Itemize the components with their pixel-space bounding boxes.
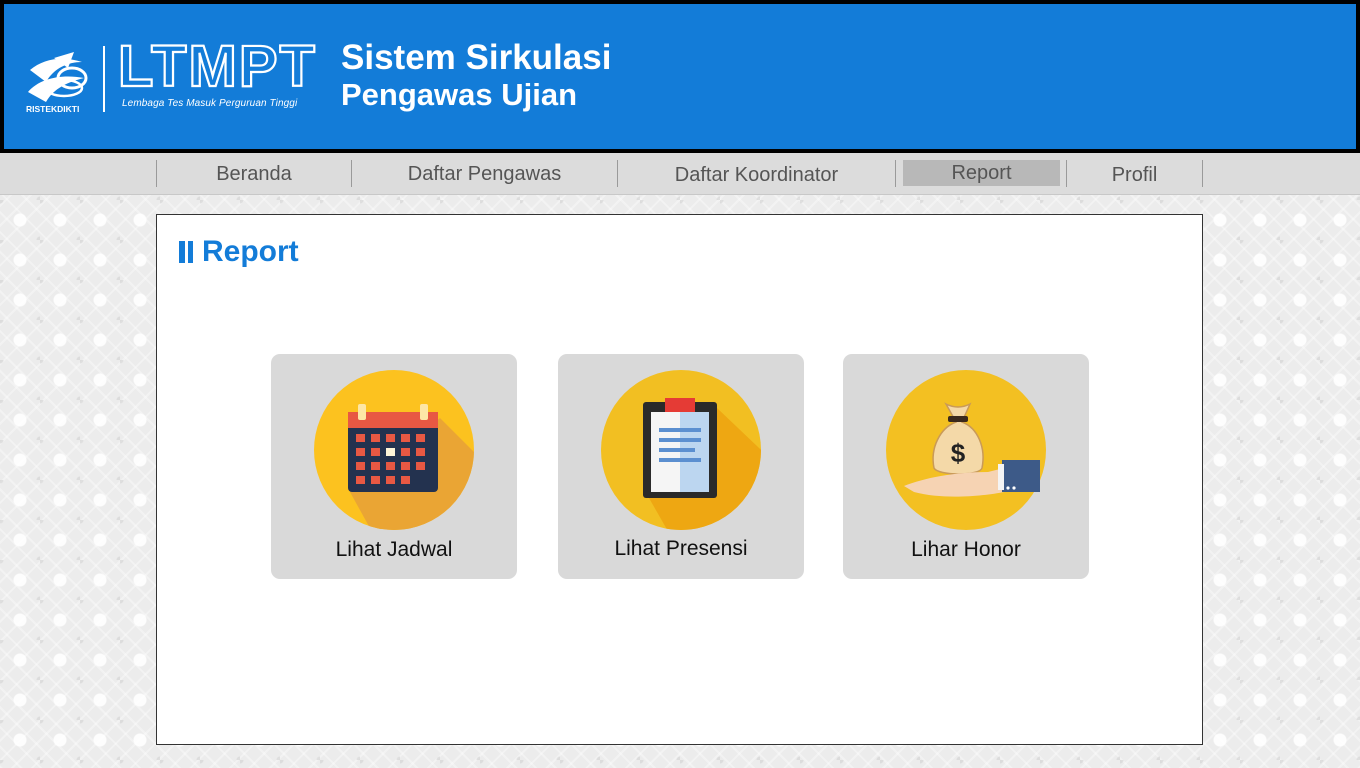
nav-item-beranda[interactable]: Beranda <box>157 161 351 187</box>
lihar-honor-label: Lihar Honor <box>911 538 1021 561</box>
nav-item-profil[interactable]: Profil <box>1067 162 1202 188</box>
money-bag-icon: $ <box>886 370 1046 530</box>
page-title: Report <box>179 235 299 269</box>
ltmpt-tagline: Lembaga Tes Masuk Perguruan Tinggi <box>122 98 298 109</box>
nav-separator <box>1202 160 1203 187</box>
calendar-icon <box>314 370 474 530</box>
app-header: RISTEKDIKTI LTMPT Lembaga Tes Masuk Perg… <box>0 0 1360 153</box>
title-bars-icon <box>179 241 193 263</box>
lihar-honor-card[interactable]: $ Lihar Honor <box>843 354 1089 579</box>
lihat-jadwal-card[interactable]: Lihat Jadwal <box>271 354 517 579</box>
header-banner: RISTEKDIKTI LTMPT Lembaga Tes Masuk Perg… <box>4 4 1356 149</box>
app-title-line1: Sistem Sirkulasi <box>341 38 612 77</box>
app-title: Sistem Sirkulasi Pengawas Ujian <box>341 40 611 110</box>
lihat-presensi-card[interactable]: Lihat Presensi <box>558 354 804 579</box>
lihat-jadwal-label: Lihat Jadwal <box>335 538 453 561</box>
svg-text:LTMPT: LTMPT <box>118 34 317 96</box>
svg-text:$: $ <box>951 438 966 468</box>
report-panel: Report Lihat Jadwal Lihat Presensi $ Lih… <box>156 214 1203 745</box>
main-navbar: Beranda Daftar Pengawas Daftar Koordinat… <box>0 153 1360 195</box>
nav-item-report[interactable]: Report <box>903 160 1060 186</box>
lihat-presensi-label: Lihat Presensi <box>614 537 748 560</box>
svg-text:RISTEKDIKTI: RISTEKDIKTI <box>26 104 79 114</box>
logo-divider <box>103 46 105 112</box>
ltmpt-logo: LTMPT Lembaga Tes Masuk Perguruan Tinggi <box>116 34 331 116</box>
page-title-text: Report <box>202 235 299 268</box>
app-title-line2: Pengawas Ujian <box>341 77 578 112</box>
ristekdikti-emblem-icon: RISTEKDIKTI <box>26 52 88 114</box>
nav-item-daftar-koordinator[interactable]: Daftar Koordinator <box>618 162 895 188</box>
nav-separator <box>895 160 896 187</box>
nav-item-daftar-pengawas[interactable]: Daftar Pengawas <box>352 161 617 187</box>
clipboard-icon <box>601 370 761 530</box>
ltmpt-wordmark: LTMPT <box>117 34 317 96</box>
